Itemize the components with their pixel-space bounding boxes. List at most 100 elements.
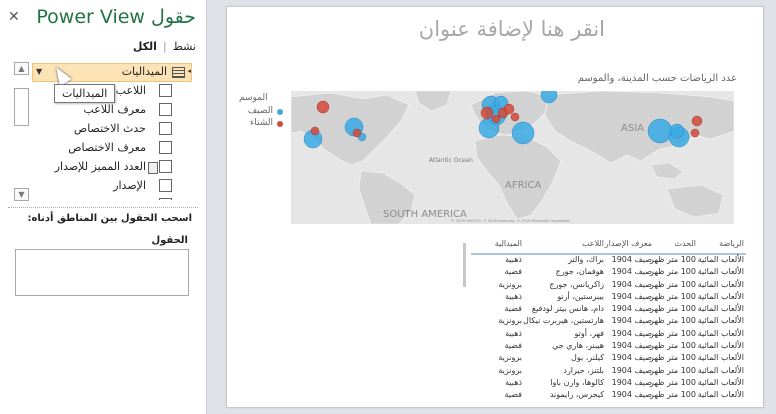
collapse-caret-icon[interactable]: ◂ xyxy=(187,67,191,75)
table-row[interactable]: الألعاب المائية 100 متر ظهر صيف 1904 بلتنز،… xyxy=(471,366,746,378)
table-cell: ذهبية xyxy=(505,377,522,387)
fields-drop-zone[interactable] xyxy=(15,249,189,296)
table-cell: الألعاب المائية xyxy=(697,365,744,375)
table-cell: ذهبية xyxy=(505,291,522,301)
table-cell: الألعاب المائية xyxy=(697,316,744,326)
table-cell: صيف 1904 xyxy=(611,255,652,264)
table-cell: 100 متر ظهر xyxy=(650,316,696,326)
field-list-scrollbar[interactable]: ▲ ▼ xyxy=(14,62,30,202)
winter-bubble[interactable] xyxy=(503,103,515,115)
scroll-up-icon[interactable]: ▲ xyxy=(14,62,29,75)
table-name: الميداليات xyxy=(121,65,167,78)
table-cell: برونزية xyxy=(498,365,522,375)
legend-label: الصيف xyxy=(247,106,273,116)
table-cell: براك، والتر xyxy=(568,255,604,264)
field-label: العدد المميز للإصدار xyxy=(54,160,146,173)
winter-bubble[interactable] xyxy=(690,128,700,138)
table-cell: زاكريانس، جورج xyxy=(549,279,604,289)
winter-bubble[interactable] xyxy=(310,126,320,136)
table-cell: فضية xyxy=(504,390,522,400)
pane-tabs: نشط | الكل xyxy=(120,40,196,53)
field-label: معرف اللاعب xyxy=(83,103,146,116)
field-checkbox[interactable] xyxy=(159,160,172,173)
table-cell: صيف 1904 xyxy=(611,279,652,289)
pane-title: حقول Power View xyxy=(36,6,196,28)
summer-bubble[interactable] xyxy=(647,118,673,144)
field-item[interactable] xyxy=(34,196,176,200)
table-cell: صيف 1904 xyxy=(611,341,652,351)
field-checkbox[interactable] xyxy=(159,122,172,135)
tab-separator: | xyxy=(162,40,167,53)
field-item[interactable]: معرف الاختصاص xyxy=(34,139,176,158)
table-cell: فضية xyxy=(504,304,522,314)
map-label-asia: ASIA xyxy=(621,123,644,134)
table-row[interactable]: الألعاب المائية 100 متر ظهر صيف 1904 بيبرست… xyxy=(471,292,746,304)
close-icon[interactable]: ✕ xyxy=(8,9,20,25)
table-cell: بيبرستين، أرنو xyxy=(557,291,604,301)
field-item[interactable]: الإصدار xyxy=(34,177,176,196)
column-header[interactable]: الميدالية xyxy=(474,239,522,248)
winter-bubble[interactable] xyxy=(691,115,703,127)
table-cell: الألعاب المائية xyxy=(697,341,744,351)
power-view-fields-pane: حقول Power View ✕ نشط | الكل ▲ ▼ ▼ الميدال… xyxy=(0,0,207,414)
table-row[interactable]: الألعاب المائية 100 متر ظهر صيف 1904 هيبنر،… xyxy=(471,341,746,353)
table-cell: الألعاب المائية xyxy=(697,267,744,277)
tab-active[interactable]: نشط xyxy=(173,40,196,53)
table-row[interactable]: الألعاب المائية 100 متر ظهر صيف 1904 هارتست… xyxy=(471,316,746,328)
winter-bubble[interactable] xyxy=(491,114,501,124)
report-title-placeholder[interactable]: انقر هنا لإضافة عنوان xyxy=(405,17,605,41)
table-scrollbar[interactable] xyxy=(463,243,466,287)
column-header[interactable]: اللاعب xyxy=(524,239,604,248)
table-row[interactable]: الألعاب المائية 100 متر ظهر صيف 1904 كيلنر،… xyxy=(471,353,746,365)
table-cell: هيبنر، هاري جي xyxy=(552,341,604,351)
legend-item-winter: الشتاء xyxy=(239,118,291,130)
summer-bubble[interactable] xyxy=(511,121,535,145)
column-header[interactable]: الحدث xyxy=(656,239,696,248)
field-label: حدث الاختصاص xyxy=(73,122,146,135)
table-header-row: الرياضة الحدث معرف الإصدار اللاعب الميدا… xyxy=(471,239,746,255)
table-cell: صيف 1904 xyxy=(611,304,652,314)
field-item[interactable]: معرف اللاعب xyxy=(34,101,176,120)
table-cell: 100 متر ظهر xyxy=(650,291,696,301)
table-cell: الألعاب المائية xyxy=(697,377,744,387)
table-cell: صيف 1904 xyxy=(611,328,652,338)
table-cell: صيف 1904 xyxy=(611,353,652,363)
table-cell: الألعاب المائية xyxy=(697,304,744,314)
table-row[interactable]: الألعاب المائية 100 متر ظهر صيف 1904 هوفمان… xyxy=(471,267,746,279)
winter-bubble[interactable] xyxy=(316,100,330,114)
field-item[interactable]: العدد المميز للإصدار xyxy=(34,158,176,177)
field-checkbox[interactable] xyxy=(159,198,172,200)
winter-bubble[interactable] xyxy=(352,128,362,138)
field-checkbox[interactable] xyxy=(159,179,172,192)
table-cell: الألعاب المائية xyxy=(697,328,744,338)
field-checkbox[interactable] xyxy=(159,141,172,154)
table-cell: برونزية xyxy=(498,353,522,363)
table-row[interactable]: الألعاب المائية 100 متر ظهر صيف 1904 كالوها… xyxy=(471,378,746,390)
world-map[interactable]: Atlantic Ocean AFRICA ASIA SOUTH AMERICA… xyxy=(291,91,734,224)
column-header[interactable]: الرياضة xyxy=(700,239,744,248)
table-cell: فضية xyxy=(504,341,522,351)
table-cell: برونزية xyxy=(498,316,522,326)
table-row[interactable]: الألعاب المائية 100 متر ظهر صيف 1904 فهر، أ… xyxy=(471,329,746,341)
table-row[interactable]: الألعاب المائية 100 متر ظهر صيف 1904 براك، … xyxy=(471,255,746,267)
table-row[interactable]: الألعاب المائية 100 متر ظهر صيف 1904 دام، ه… xyxy=(471,304,746,316)
field-item[interactable]: حدث الاختصاص xyxy=(34,120,176,139)
expand-arrow-icon[interactable]: ▼ xyxy=(36,67,42,76)
table-cell: 100 متر ظهر xyxy=(650,353,696,363)
field-checkbox[interactable] xyxy=(159,84,172,97)
table-cell: 100 متر ظهر xyxy=(650,267,696,277)
tab-all[interactable]: الكل xyxy=(133,40,157,53)
scroll-thumb[interactable] xyxy=(14,88,29,126)
table-cell: 100 متر ظهر xyxy=(650,304,696,314)
table-row[interactable]: الألعاب المائية 100 متر ظهر صيف 1904 كيجرس،… xyxy=(471,390,746,402)
summer-bubble[interactable] xyxy=(669,123,685,139)
table-cell: ذهبية xyxy=(505,255,522,264)
column-header[interactable]: معرف الإصدار xyxy=(605,239,652,248)
winter-bubble[interactable] xyxy=(480,106,494,120)
table-row[interactable]: الألعاب المائية 100 متر ظهر صيف 1904 زاكريا… xyxy=(471,280,746,292)
scroll-down-icon[interactable]: ▼ xyxy=(14,188,29,201)
table-cell: الألعاب المائية xyxy=(697,353,744,363)
table-cell: هارتستين، هيربرت نيكال xyxy=(523,316,604,326)
winter-bubble[interactable] xyxy=(510,112,520,122)
field-checkbox[interactable] xyxy=(159,103,172,116)
